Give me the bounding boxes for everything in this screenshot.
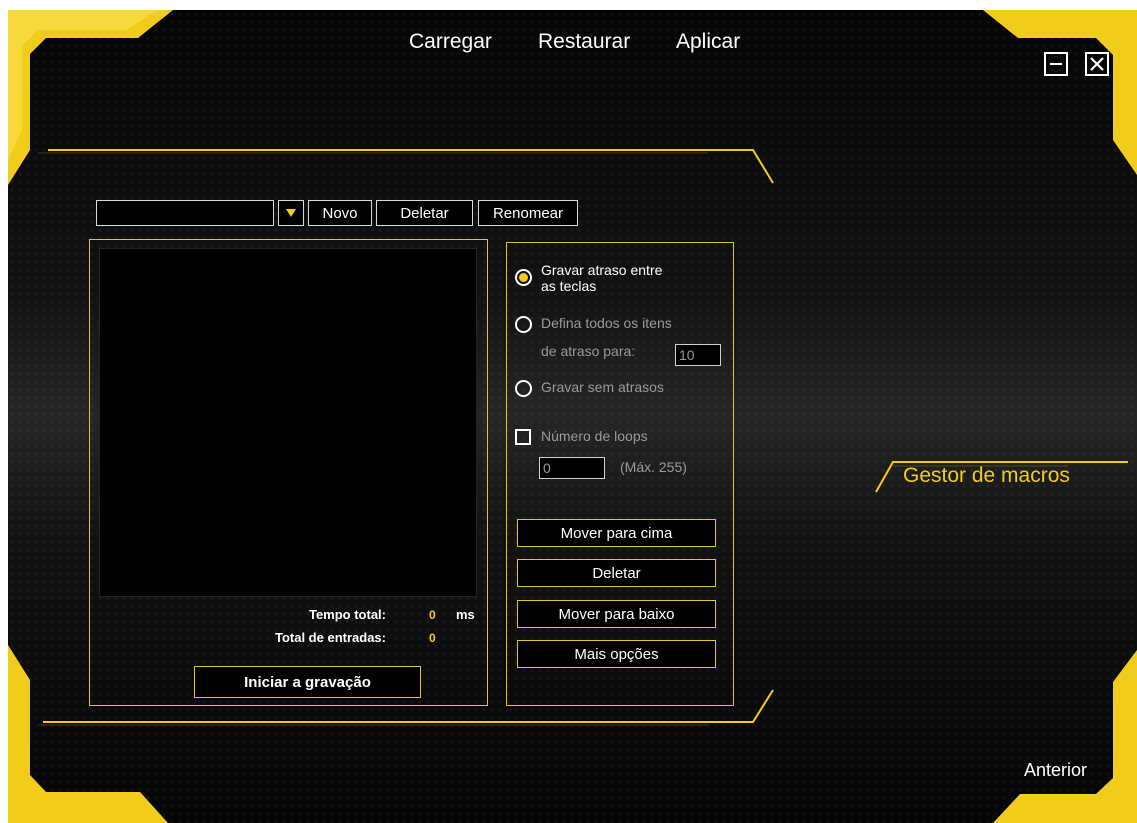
loops-max-label: (Máx. 255) <box>620 459 687 475</box>
radio-selected-dot <box>519 273 528 282</box>
loops-value-input[interactable]: 0 <box>539 457 605 479</box>
delay-value-input[interactable]: 10 <box>675 344 721 366</box>
set-all-delay-label-2: de atraso para: <box>541 343 636 359</box>
chevron-down-icon <box>286 209 296 217</box>
set-all-delay-radio[interactable] <box>515 316 532 333</box>
load-menu-item[interactable]: Carregar <box>409 30 492 54</box>
delete-macro-button[interactable]: Deletar <box>376 200 473 226</box>
close-button[interactable] <box>1085 52 1109 76</box>
restore-menu-item[interactable]: Restaurar <box>538 30 630 54</box>
move-up-button[interactable]: Mover para cima <box>517 519 716 547</box>
total-entries-label: Total de entradas: <box>274 630 386 645</box>
move-down-button[interactable]: Mover para baixo <box>517 600 716 628</box>
macro-select-dropdown[interactable] <box>278 200 304 226</box>
more-options-button[interactable]: Mais opções <box>517 640 716 668</box>
record-delay-label-line1: Gravar atraso entre <box>541 262 663 278</box>
back-button[interactable]: Anterior <box>1024 760 1087 781</box>
page-title: Gestor de macros <box>903 464 1070 487</box>
total-time-unit: ms <box>456 607 475 622</box>
total-time-label: Tempo total: <box>308 607 386 622</box>
loops-label: Número de loops <box>541 428 648 444</box>
record-delay-label: Gravar atraso entre as teclas <box>541 262 662 294</box>
no-delay-label: Gravar sem atrasos <box>541 379 664 395</box>
loops-checkbox[interactable] <box>515 429 531 445</box>
macro-events-list[interactable] <box>99 248 477 597</box>
total-entries-value: 0 <box>429 631 436 645</box>
new-macro-button[interactable]: Novo <box>308 200 372 226</box>
x-icon <box>1090 57 1104 71</box>
app-window: Carregar Restaurar Aplicar Novo Deletar … <box>8 10 1137 823</box>
rename-macro-button[interactable]: Renomear <box>478 200 578 226</box>
no-delay-radio[interactable] <box>515 380 532 397</box>
start-recording-button[interactable]: Iniciar a gravação <box>194 666 421 698</box>
total-time-value: 0 <box>429 608 436 622</box>
minus-icon <box>1050 63 1062 65</box>
set-all-delay-label: Defina todos os itens <box>541 315 672 331</box>
apply-menu-item[interactable]: Aplicar <box>676 30 740 54</box>
record-delay-label-line2: as teclas <box>541 278 597 294</box>
delete-entry-button[interactable]: Deletar <box>517 559 716 587</box>
minimize-button[interactable] <box>1044 52 1068 76</box>
record-delay-radio[interactable] <box>515 269 532 286</box>
macro-select-field[interactable] <box>96 200 274 226</box>
